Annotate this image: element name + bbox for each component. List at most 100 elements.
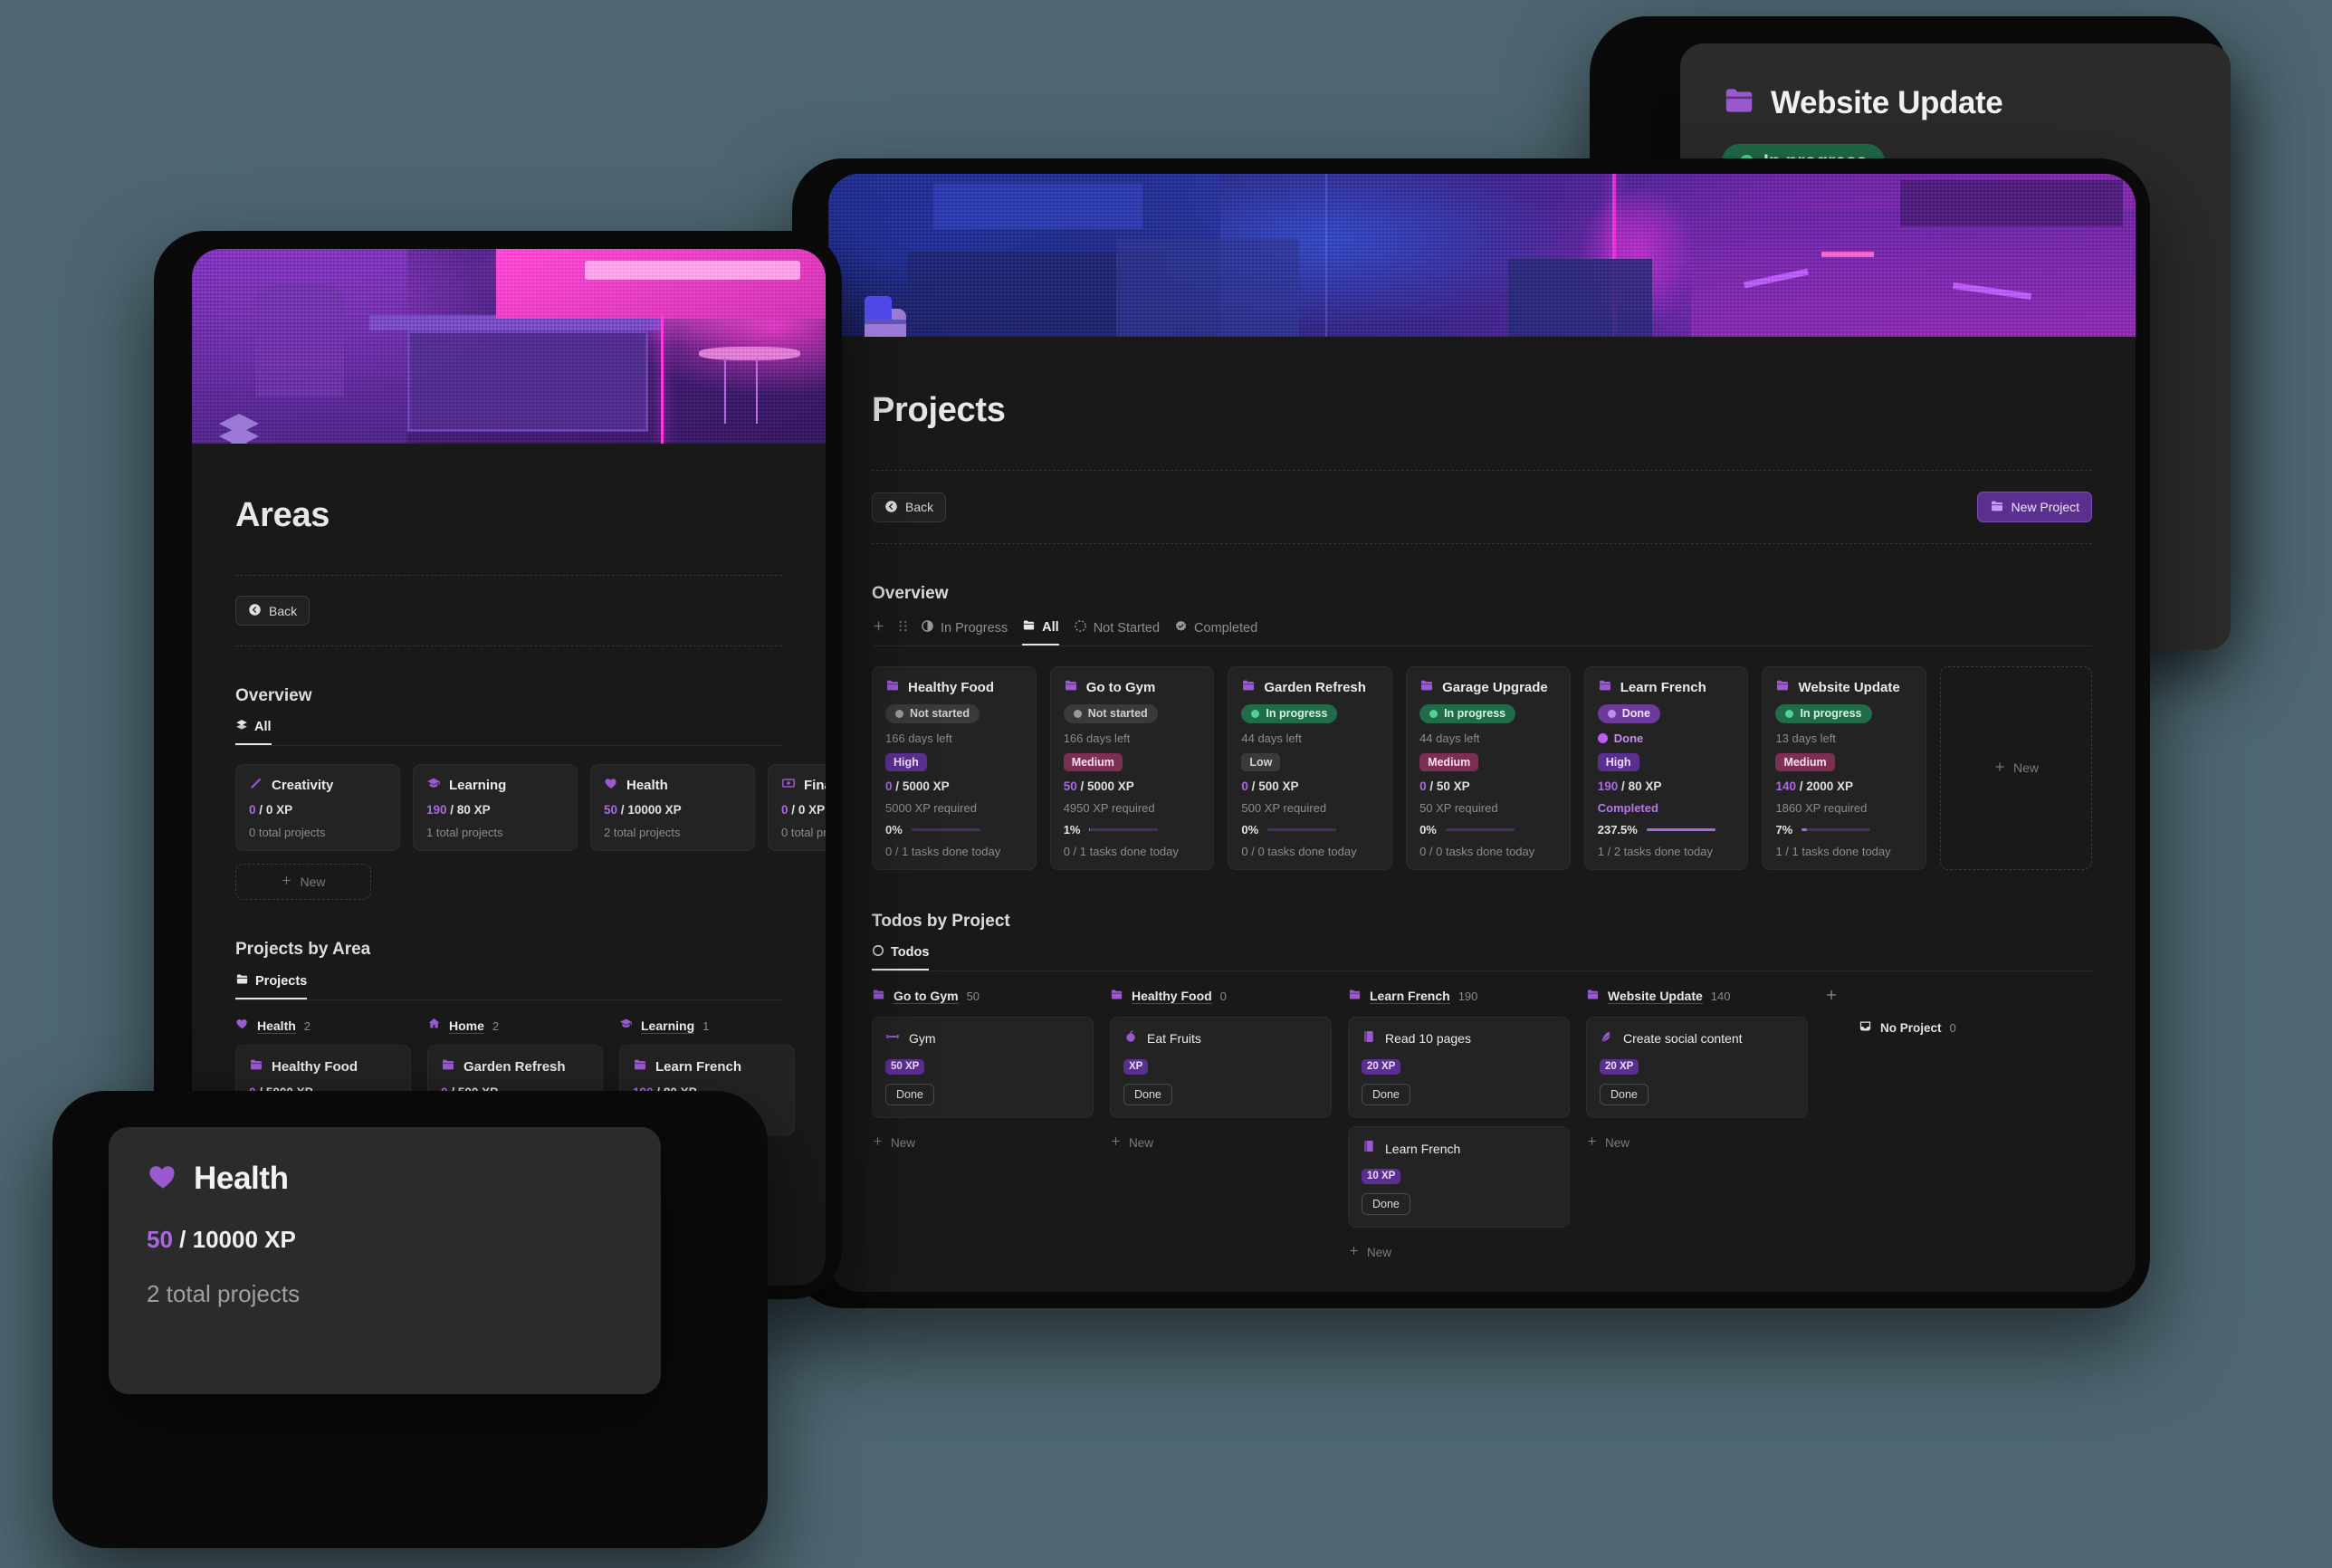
todo-column-header[interactable]: Learn French 190 [1348,988,1570,1006]
areas-page-title: Areas [235,496,782,535]
areas-back-button[interactable]: Back [235,596,310,626]
project-card-progress-bar [912,828,980,831]
todo-card-title-row: Create social content [1600,1029,1794,1048]
todo-card-name: Learn French [1385,1142,1460,1156]
area-card-xp-total: 0 XP [266,803,292,817]
add-view-icon[interactable] [872,619,885,645]
projects-filter-tab-in-progress[interactable]: In Progress [921,619,1008,645]
projects-filter-tab-not-started[interactable]: Not Started [1074,619,1160,645]
new-todo-button[interactable]: New [872,1135,915,1150]
todo-card[interactable]: Gym 50 XP Done [872,1017,1094,1118]
back-button-label: Back [905,501,933,513]
area-group-header[interactable]: Health 2 [235,1017,411,1035]
new-todo-button[interactable]: New [1110,1135,1153,1150]
project-card-progress: 0% [1241,823,1379,837]
project-card-priority-tag[interactable]: Medium [1419,753,1478,771]
project-card[interactable]: Healthy Food Not started 166 days left H… [872,666,1037,870]
project-card-progress-pct: 0% [1419,823,1437,837]
projects-filter-tab-label: Completed [1194,621,1257,636]
folder-open-icon [235,972,249,990]
todo-card[interactable]: Create social content 20 XP Done [1586,1017,1808,1118]
area-card[interactable]: Health 50 / 10000 XP 2 total projects [590,764,755,851]
todo-card-status-button[interactable]: Done [1123,1084,1172,1105]
new-project-card-label: New [2013,760,2039,775]
project-card-xp-current: 0 [885,779,893,793]
project-card-name: Garden Refresh [1264,680,1366,695]
new-project-button[interactable]: New Project [1977,492,2092,522]
project-card-priority-tag[interactable]: Low [1241,753,1280,771]
new-project-card[interactable]: New [1940,666,2092,870]
projects-by-area-view-tab[interactable]: Projects [235,972,307,999]
area-group-project-name: Healthy Food [272,1059,358,1075]
project-card[interactable]: Go to Gym Not started 166 days left Medi… [1050,666,1215,870]
todo-card[interactable]: Read 10 pages 20 XP Done [1348,1017,1570,1118]
todo-card-name: Gym [909,1031,936,1046]
todo-card-status-button[interactable]: Done [1600,1084,1649,1105]
project-card-xp-total: 2000 XP [1806,779,1853,793]
project-card-status-badge[interactable]: In progress [1775,704,1871,723]
areas-view-label: All [254,720,272,734]
projects-filter-tab-completed[interactable]: Completed [1174,619,1257,645]
todo-column-count: 0 [1220,990,1227,1003]
todo-column-header[interactable]: Website Update 140 [1586,988,1808,1006]
todos-view-tab[interactable]: Todos [872,944,929,970]
hidden-group-no-project[interactable]: No Project 0 [1824,1019,2092,1037]
project-detail-title: Website Update [1771,85,2002,121]
project-card-priority-tag[interactable]: Medium [1064,753,1123,771]
project-card[interactable]: Garage Upgrade In progress 44 days left … [1406,666,1571,870]
project-card[interactable]: Website Update In progress 13 days left … [1762,666,1926,870]
project-card-status-badge[interactable]: In progress [1241,704,1337,723]
add-group-button[interactable] [1824,988,1839,1007]
project-card-xp-current: 50 [1064,779,1077,793]
area-card-xp-current: 0 [249,803,256,817]
folder-icon [1586,988,1600,1006]
drag-handle-icon[interactable] [898,619,908,645]
todo-card[interactable]: Eat Fruits XP Done [1110,1017,1332,1118]
projects-by-area-heading: Projects by Area [235,940,782,960]
project-card-name: Learn French [1620,680,1706,695]
area-detail-xp-total: 10000 XP [193,1226,296,1253]
folder-icon [1241,678,1256,696]
todo-card-name: Read 10 pages [1385,1031,1471,1046]
new-todo-button[interactable]: New [1348,1245,1391,1259]
projects-overview-section: Overview In ProgressAllNot StartedComple… [872,584,2092,870]
project-card[interactable]: Garden Refresh In progress 44 days left … [1228,666,1392,870]
area-card[interactable]: Creativity 0 / 0 XP 0 total projects [235,764,400,851]
project-card-status-badge[interactable]: In progress [1419,704,1515,723]
projects-filter-tab-all[interactable]: All [1022,618,1059,645]
project-card[interactable]: Learn French Done Done High 190 / 80 X [1584,666,1749,870]
area-card[interactable]: Finance 0 / 0 XP 0 total projects [768,764,826,851]
area-card-xp-current: 0 [781,803,788,817]
area-group-project-title-row: Healthy Food [249,1057,397,1076]
area-card[interactable]: Learning 190 / 80 XP 1 total projects [413,764,578,851]
area-group-header[interactable]: Home 2 [427,1017,603,1035]
project-card-xp: 0 / 50 XP [1419,779,1557,793]
folder-icon [1419,678,1434,696]
todo-card-xp-tag: 10 XP [1362,1169,1400,1184]
project-card-status-badge[interactable]: Not started [885,704,980,723]
project-card-status-label: Not started [910,708,970,720]
pencil-icon [249,776,263,794]
areas-view-tab-all[interactable]: All [235,719,272,745]
heart-icon [147,1160,179,1197]
todo-column-header[interactable]: Healthy Food 0 [1110,988,1332,1006]
back-button[interactable]: Back [872,492,946,522]
project-card-priority-tag[interactable]: High [1598,753,1639,771]
todo-card-status-button[interactable]: Done [1362,1193,1410,1215]
new-area-button[interactable]: New [235,864,371,900]
todo-card-status-button[interactable]: Done [1362,1084,1410,1105]
project-card-status-badge[interactable]: Done [1598,704,1660,723]
project-card-priority-tag[interactable]: High [885,753,927,771]
new-project-button-label: New Project [2012,501,2079,513]
area-detail-card[interactable]: Health 50 / 10000 XP 2 total projects [109,1127,661,1394]
todo-column-header[interactable]: Go to Gym 50 [872,988,1094,1006]
project-card-xp-separator: / [1800,779,1803,793]
projects-filter-tabs[interactable]: In Progress All Not Started Completed [921,618,1257,645]
area-group-header[interactable]: Learning 1 [619,1017,795,1035]
project-card-xp-separator: / [1080,779,1084,793]
new-todo-button[interactable]: New [1586,1135,1630,1150]
project-card-status-badge[interactable]: Not started [1064,704,1158,723]
project-card-priority-tag[interactable]: Medium [1775,753,1834,771]
todo-card[interactable]: Learn French 10 XP Done [1348,1126,1570,1228]
todo-card-status-button[interactable]: Done [885,1084,934,1105]
